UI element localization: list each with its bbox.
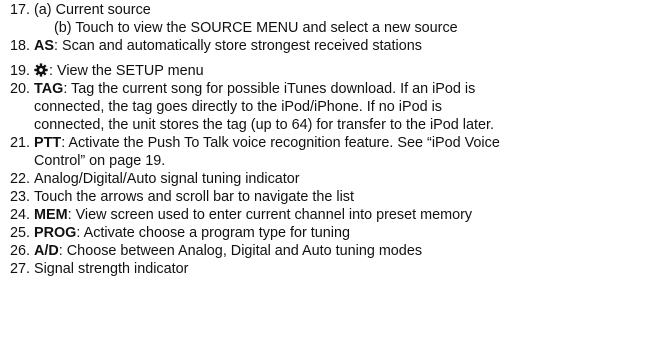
item-line: (b) Touch to view the SOURCE MENU and se… <box>54 20 458 36</box>
item-line: connected, the tag goes directly to the … <box>34 99 442 115</box>
item-number: 18. <box>10 38 31 54</box>
list-item-26: 26. A/D: Choose between Analog, Digital … <box>10 242 651 260</box>
item-text: : Activate the Push To Talk voice recogn… <box>61 135 500 151</box>
list-item-23: 23. Touch the arrows and scroll bar to n… <box>10 188 651 206</box>
item-number: 25. <box>10 225 31 241</box>
item-number: 17. <box>10 2 31 18</box>
list-item-24: 24. MEM: View screen used to enter curre… <box>10 206 651 224</box>
item-number: 20. <box>10 81 31 97</box>
item-term: PTT <box>34 135 62 151</box>
document-page: 17. (a) Current source (b) Touch to view… <box>0 1 655 353</box>
list-item-27: 27. Signal strength indicator <box>10 260 651 278</box>
item-term: AS <box>34 38 54 54</box>
item-text: : View the SETUP menu <box>49 63 204 79</box>
list-item-21: 21. PTT: Activate the Push To Talk voice… <box>10 134 651 170</box>
item-term: TAG <box>34 81 64 97</box>
item-text: Signal strength indicator <box>34 261 189 277</box>
item-text: : View screen used to enter current chan… <box>67 207 473 223</box>
item-line: connected, the unit stores the tag (up t… <box>34 117 494 133</box>
item-term: PROG <box>34 225 77 241</box>
item-term: A/D <box>34 243 59 259</box>
item-number: 27. <box>10 261 31 277</box>
item-text: Analog/Digital/Auto signal tuning indica… <box>34 171 300 187</box>
item-text: Touch the arrows and scroll bar to navig… <box>34 189 354 205</box>
item-number: 24. <box>10 207 31 223</box>
item-text: : Scan and automatically store strongest… <box>54 38 422 54</box>
gear-icon <box>34 63 48 77</box>
item-text: : Tag the current song for possible iTun… <box>63 81 476 97</box>
list-item-20: 20. TAG: Tag the current song for possib… <box>10 80 651 134</box>
item-text: : Choose between Analog, Digital and Aut… <box>58 243 423 259</box>
item-number: 19. <box>10 63 31 79</box>
item-number: 26. <box>10 243 31 259</box>
item-number: 22. <box>10 171 31 187</box>
list-item-18: 18. AS: Scan and automatically store str… <box>10 37 651 55</box>
list-item-19: 19. : View the SETUP menu <box>10 62 651 80</box>
list-item-17: 17. (a) Current source (b) Touch to view… <box>10 1 651 37</box>
item-line: (a) Current source <box>34 2 151 18</box>
item-line: Control” on page 19. <box>34 153 166 169</box>
item-term: MEM <box>34 207 68 223</box>
item-number: 23. <box>10 189 31 205</box>
list-item-25: 25. PROG: Activate choose a program type… <box>10 224 651 242</box>
item-text: : Activate choose a program type for tun… <box>76 225 350 241</box>
list-item-22: 22. Analog/Digital/Auto signal tuning in… <box>10 170 651 188</box>
item-number: 21. <box>10 135 31 151</box>
